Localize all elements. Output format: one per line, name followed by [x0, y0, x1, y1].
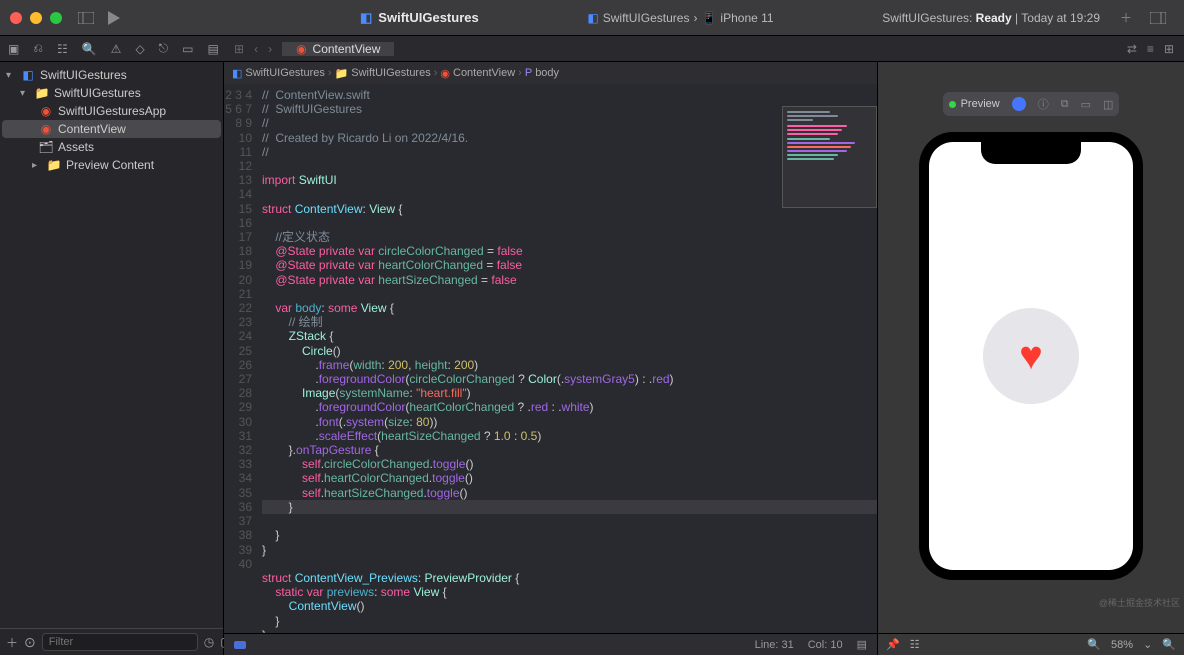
scheme-selector[interactable]: ◧SwiftUIGestures › 📱iPhone 11	[479, 11, 883, 25]
reports-icon[interactable]: ▤	[208, 41, 219, 57]
run-button[interactable]	[102, 6, 126, 30]
preview-controls: Preview ⓘ ⧉ ▭ ◫	[943, 92, 1120, 116]
swift-icon: ◉	[296, 42, 306, 56]
scheme-name: SwiftUIGestures	[603, 11, 690, 25]
navigator-tabs: ▣ ⎌ ☷ 🔍 ⚠ ◇ ⎋ ▭ ▤	[0, 41, 224, 57]
plus-icon[interactable]: ＋	[1114, 6, 1138, 30]
preview-duplicate-icon[interactable]: ⧉	[1061, 98, 1069, 111]
app-title: ◧ SwiftUIGestures	[360, 10, 479, 26]
circle-view: ♥	[983, 308, 1079, 404]
preview-device-icon[interactable]: ▭	[1081, 98, 1091, 111]
preview-label: Preview	[961, 98, 1000, 110]
heart-icon: ♥	[1019, 334, 1043, 379]
app-name: SwiftUIGestures	[378, 10, 478, 25]
project-navigator: ▾◧SwiftUIGestures ▾📁SwiftUIGestures ◉Swi…	[0, 62, 224, 655]
breakpoints-icon[interactable]: ▭	[182, 41, 193, 57]
outline-icon[interactable]: ▤	[857, 638, 867, 651]
filter-scope-icon[interactable]: ⊙	[24, 634, 36, 651]
settings-icon[interactable]: ☷	[910, 638, 920, 651]
zoom-level[interactable]: 58%	[1111, 639, 1133, 651]
recent-icon[interactable]: ◷	[204, 635, 214, 649]
device-name: iPhone 11	[720, 11, 773, 25]
preview-inspect-icon[interactable]: ◫	[1103, 98, 1113, 111]
add-icon[interactable]: ＋	[6, 634, 18, 651]
toolbar: ▣ ⎌ ☷ 🔍 ⚠ ◇ ⎋ ▭ ▤ ⊞ ‹ › ◉ ContentView ⇄ …	[0, 36, 1184, 62]
zoom-window[interactable]	[50, 12, 62, 24]
debug-indicator[interactable]	[234, 641, 246, 649]
zoom-dropdown-icon[interactable]: ⌄	[1143, 638, 1152, 651]
window-controls	[10, 12, 62, 24]
tree-file-selected[interactable]: ◉ContentView	[2, 120, 221, 138]
preview-pane: Preview ⓘ ⧉ ▭ ◫ ♥ @稀土掘金技术社区 📌 ☷	[878, 62, 1184, 655]
tests-icon[interactable]: ◇	[135, 41, 144, 57]
filter-input[interactable]	[42, 633, 198, 651]
editor-tab[interactable]: ◉ ContentView	[282, 42, 394, 56]
simulator-screen[interactable]: ♥	[929, 142, 1133, 570]
watermark: @稀土掘金技术社区	[1099, 596, 1180, 609]
minimize-window[interactable]	[30, 12, 42, 24]
line-indicator: Line: 31	[755, 639, 794, 651]
tree-folder[interactable]: ▸📁Preview Content	[2, 156, 221, 174]
find-icon[interactable]: 🔍	[82, 41, 97, 57]
symbols-icon[interactable]: ☷	[57, 41, 68, 57]
col-indicator: Col: 10	[808, 639, 843, 651]
preview-info-icon[interactable]: ⓘ	[1038, 96, 1049, 112]
reload-icon[interactable]: ⇄	[1127, 42, 1137, 56]
tree-assets[interactable]: 🗂Assets	[2, 138, 221, 156]
debug-icon[interactable]: ⎋	[159, 41, 169, 57]
code-editor[interactable]: 2 3 4 5 6 7 8 9 10 11 12 13 14 15 16 17 …	[224, 84, 877, 633]
issues-icon[interactable]: ⚠	[111, 41, 122, 57]
simulator-frame: ♥	[919, 132, 1143, 580]
zoom-in-icon[interactable]: 🔍	[1162, 638, 1176, 651]
zoom-out-icon[interactable]: 🔍	[1087, 638, 1101, 651]
jump-bar[interactable]: ◧SwiftUIGestures› 📁SwiftUIGestures› ◉Con…	[224, 62, 877, 84]
source-control-icon[interactable]: ⎌	[33, 41, 43, 57]
project-navigator-icon[interactable]: ▣	[8, 41, 19, 57]
preview-footer: 📌 ☷ 🔍 58% ⌄ 🔍	[878, 633, 1184, 655]
library-icon[interactable]	[1146, 6, 1170, 30]
live-preview-button[interactable]	[1012, 97, 1026, 111]
titlebar: ◧ SwiftUIGestures ◧SwiftUIGestures › 📱iP…	[0, 0, 1184, 36]
close-window[interactable]	[10, 12, 22, 24]
tree-root[interactable]: ▾◧SwiftUIGestures	[2, 66, 221, 84]
adjust-editor-icon[interactable]: ≡	[1147, 42, 1154, 56]
tree-file[interactable]: ◉SwiftUIGesturesApp	[2, 102, 221, 120]
editor-status-bar: Line: 31 Col: 10 ▤	[224, 633, 877, 655]
sidebar-toggle-icon[interactable]	[74, 6, 98, 30]
add-editor-icon[interactable]: ⊞	[1164, 42, 1174, 56]
back-icon[interactable]: ‹	[254, 42, 258, 56]
build-status: SwiftUIGestures: Ready | Today at 19:29	[882, 11, 1100, 25]
minimap[interactable]	[782, 106, 877, 208]
live-indicator	[949, 101, 956, 108]
forward-icon[interactable]: ›	[268, 42, 272, 56]
tab-label: ContentView	[313, 42, 381, 56]
pin-icon[interactable]: 📌	[886, 638, 900, 651]
tree-folder[interactable]: ▾📁SwiftUIGestures	[2, 84, 221, 102]
related-items-icon[interactable]: ⊞	[234, 42, 244, 56]
